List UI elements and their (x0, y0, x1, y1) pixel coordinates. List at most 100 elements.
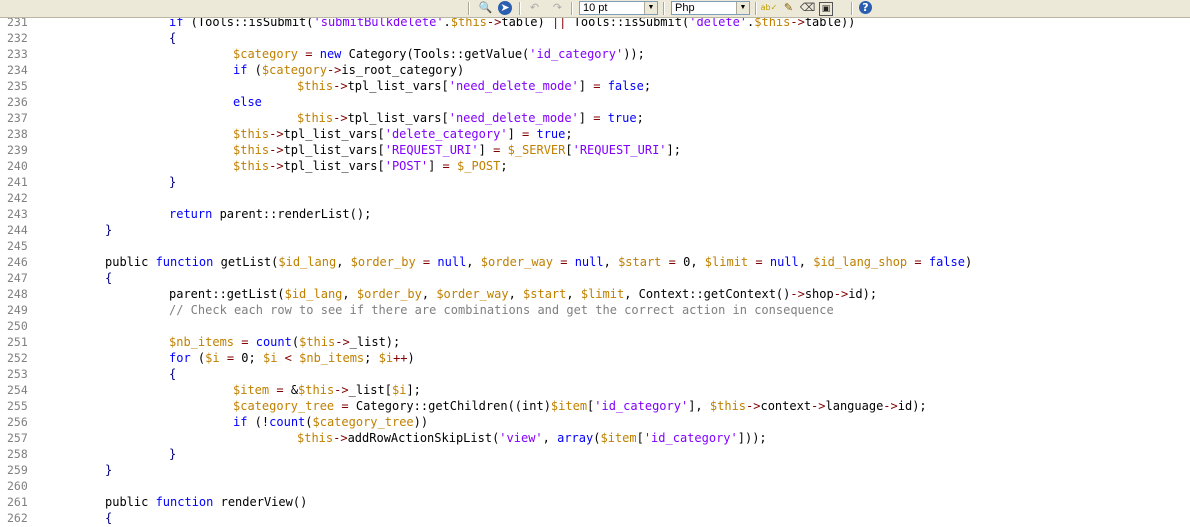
code-text: $category = new Category(Tools::getValue… (233, 46, 645, 62)
chevron-down-icon[interactable]: ▼ (736, 2, 749, 14)
save-icon[interactable]: ▣ (819, 2, 833, 16)
code-line[interactable]: 251 $nb_items = count($this->_list); (0, 334, 1190, 350)
code-token: new (319, 47, 342, 61)
code-line[interactable]: 247 { (0, 270, 1190, 286)
code-line[interactable]: 255 $category_tree = Category::getChildre… (0, 398, 1190, 414)
code-token: -> (746, 399, 761, 413)
code-editor[interactable]: 231 if (Tools::isSubmit('submitBulkdelete… (0, 0, 1190, 527)
code-token: ( (291, 335, 300, 349)
eraser-icon[interactable]: ⌫ (800, 1, 816, 15)
code-token: parent::renderList(); (212, 207, 372, 221)
undo-icon[interactable]: ↶ (527, 1, 542, 15)
code-token: tpl_list_vars[ (283, 127, 385, 141)
code-token: )); (623, 47, 645, 61)
line-number: 233 (7, 47, 28, 61)
chevron-down-icon[interactable]: ▼ (644, 2, 657, 14)
spellcheck-icon[interactable]: ab✓ (760, 1, 778, 15)
code-text: { (105, 510, 112, 526)
code-token: Category(Tools::getValue( (341, 47, 530, 61)
code-line[interactable]: 254 $item = &$this->_list[$i]; (0, 382, 1190, 398)
code-line[interactable]: 248 parent::getList($id_lang, $order_by, … (0, 286, 1190, 302)
code-token: _list); (349, 335, 401, 349)
code-token: } (105, 463, 113, 477)
code-token: $this (297, 111, 334, 125)
code-token: -> (833, 287, 849, 301)
code-token: -> (326, 63, 342, 77)
code-line[interactable]: 235 $this->tpl_list_vars['need_delete_mod… (0, 78, 1190, 94)
line-number: 235 (7, 79, 28, 93)
code-line[interactable]: 233 $category = new Category(Tools::getVa… (0, 46, 1190, 62)
binoculars-icon[interactable]: 🔍 (478, 1, 493, 15)
code-token: $this (233, 127, 270, 141)
code-token: Category::getChildren((int) (348, 399, 551, 413)
code-line[interactable]: 261 public function renderView() (0, 494, 1190, 510)
code-token: = (341, 399, 349, 413)
code-token: 'delete_category' (384, 127, 508, 141)
line-number: 232 (7, 31, 28, 45)
language-select[interactable]: Php ▼ (671, 1, 750, 15)
line-number: 236 (7, 95, 28, 109)
code-line[interactable]: 262 { (0, 510, 1190, 526)
code-token: true (536, 127, 566, 141)
code-text: $item = &$this->_list[$i]; (233, 382, 421, 398)
code-token: $i (262, 351, 278, 365)
code-line[interactable]: 238 $this->tpl_list_vars['delete_category… (0, 126, 1190, 142)
code-token: $category_tree (312, 415, 414, 429)
code-token: = (914, 255, 922, 269)
code-line[interactable]: 242 (0, 190, 1190, 206)
line-number: 242 (7, 191, 28, 205)
code-line[interactable]: 234 if ($category->is_root_category) (0, 62, 1190, 78)
code-token: { (169, 31, 177, 45)
toolbar-separator (851, 2, 853, 15)
code-token: [ (636, 431, 644, 445)
code-line[interactable]: 257 $this->addRowActionSkipList('view', a… (0, 430, 1190, 446)
code-line[interactable]: 240 $this->tpl_list_vars['POST'] = $_POST… (0, 158, 1190, 174)
code-line[interactable]: 253 { (0, 366, 1190, 382)
code-line[interactable]: 259} (0, 462, 1190, 478)
goto-icon[interactable]: ➤ (498, 1, 512, 15)
line-number: 253 (7, 367, 28, 381)
code-token: addRowActionSkipList( (347, 431, 500, 445)
code-token: false (928, 255, 965, 269)
font-size-select[interactable]: 10 pt ▼ (579, 1, 658, 15)
code-text: if ($category->is_root_category) (233, 62, 464, 78)
code-line[interactable]: 243 return parent::renderList(); (0, 206, 1190, 222)
code-token: ] (578, 111, 594, 125)
code-line[interactable]: 245 (0, 238, 1190, 254)
toolbar-separator (663, 2, 665, 15)
brush-icon[interactable]: ✎ (781, 1, 796, 15)
code-line[interactable]: 256 if (!count($category_tree)) (0, 414, 1190, 430)
code-text: if (!count($category_tree)) (233, 414, 428, 430)
code-line[interactable]: 236 else (0, 94, 1190, 110)
line-number: 262 (7, 511, 28, 525)
code-line[interactable]: 232 { (0, 30, 1190, 46)
code-line[interactable]: 250 (0, 318, 1190, 334)
code-token: ( (247, 63, 262, 77)
code-text: } (169, 446, 176, 462)
code-text: $this->addRowActionSkipList('view', arra… (297, 430, 767, 446)
code-line[interactable]: 244} (0, 222, 1190, 238)
code-token: count (255, 335, 292, 349)
code-line[interactable]: 237 $this->tpl_list_vars['need_delete_mod… (0, 110, 1190, 126)
help-icon[interactable]: ? (859, 1, 872, 14)
code-line[interactable]: 246 public function getList($id_lang, $or… (0, 254, 1190, 270)
code-token: getList( (213, 255, 279, 269)
code-line[interactable]: 239 $this->tpl_list_vars['REQUEST_URI'] =… (0, 142, 1190, 158)
code-line[interactable]: 241} (0, 174, 1190, 190)
code-line[interactable]: 249 // Check each row to see if there are… (0, 302, 1190, 318)
code-token: -> (333, 431, 348, 445)
code-text: // Check each row to see if there are co… (169, 302, 834, 318)
code-token: ], (688, 399, 710, 413)
redo-icon[interactable]: ↷ (550, 1, 565, 15)
code-token: else (233, 95, 262, 109)
code-line[interactable]: 260 (0, 478, 1190, 494)
code-token: ; (643, 79, 652, 93)
code-line[interactable]: 252 for ($i = 0; $i < $nb_items; $i++) (0, 350, 1190, 366)
code-line[interactable]: 258} (0, 446, 1190, 462)
code-token: -> (269, 143, 284, 157)
code-token: = (755, 255, 763, 269)
